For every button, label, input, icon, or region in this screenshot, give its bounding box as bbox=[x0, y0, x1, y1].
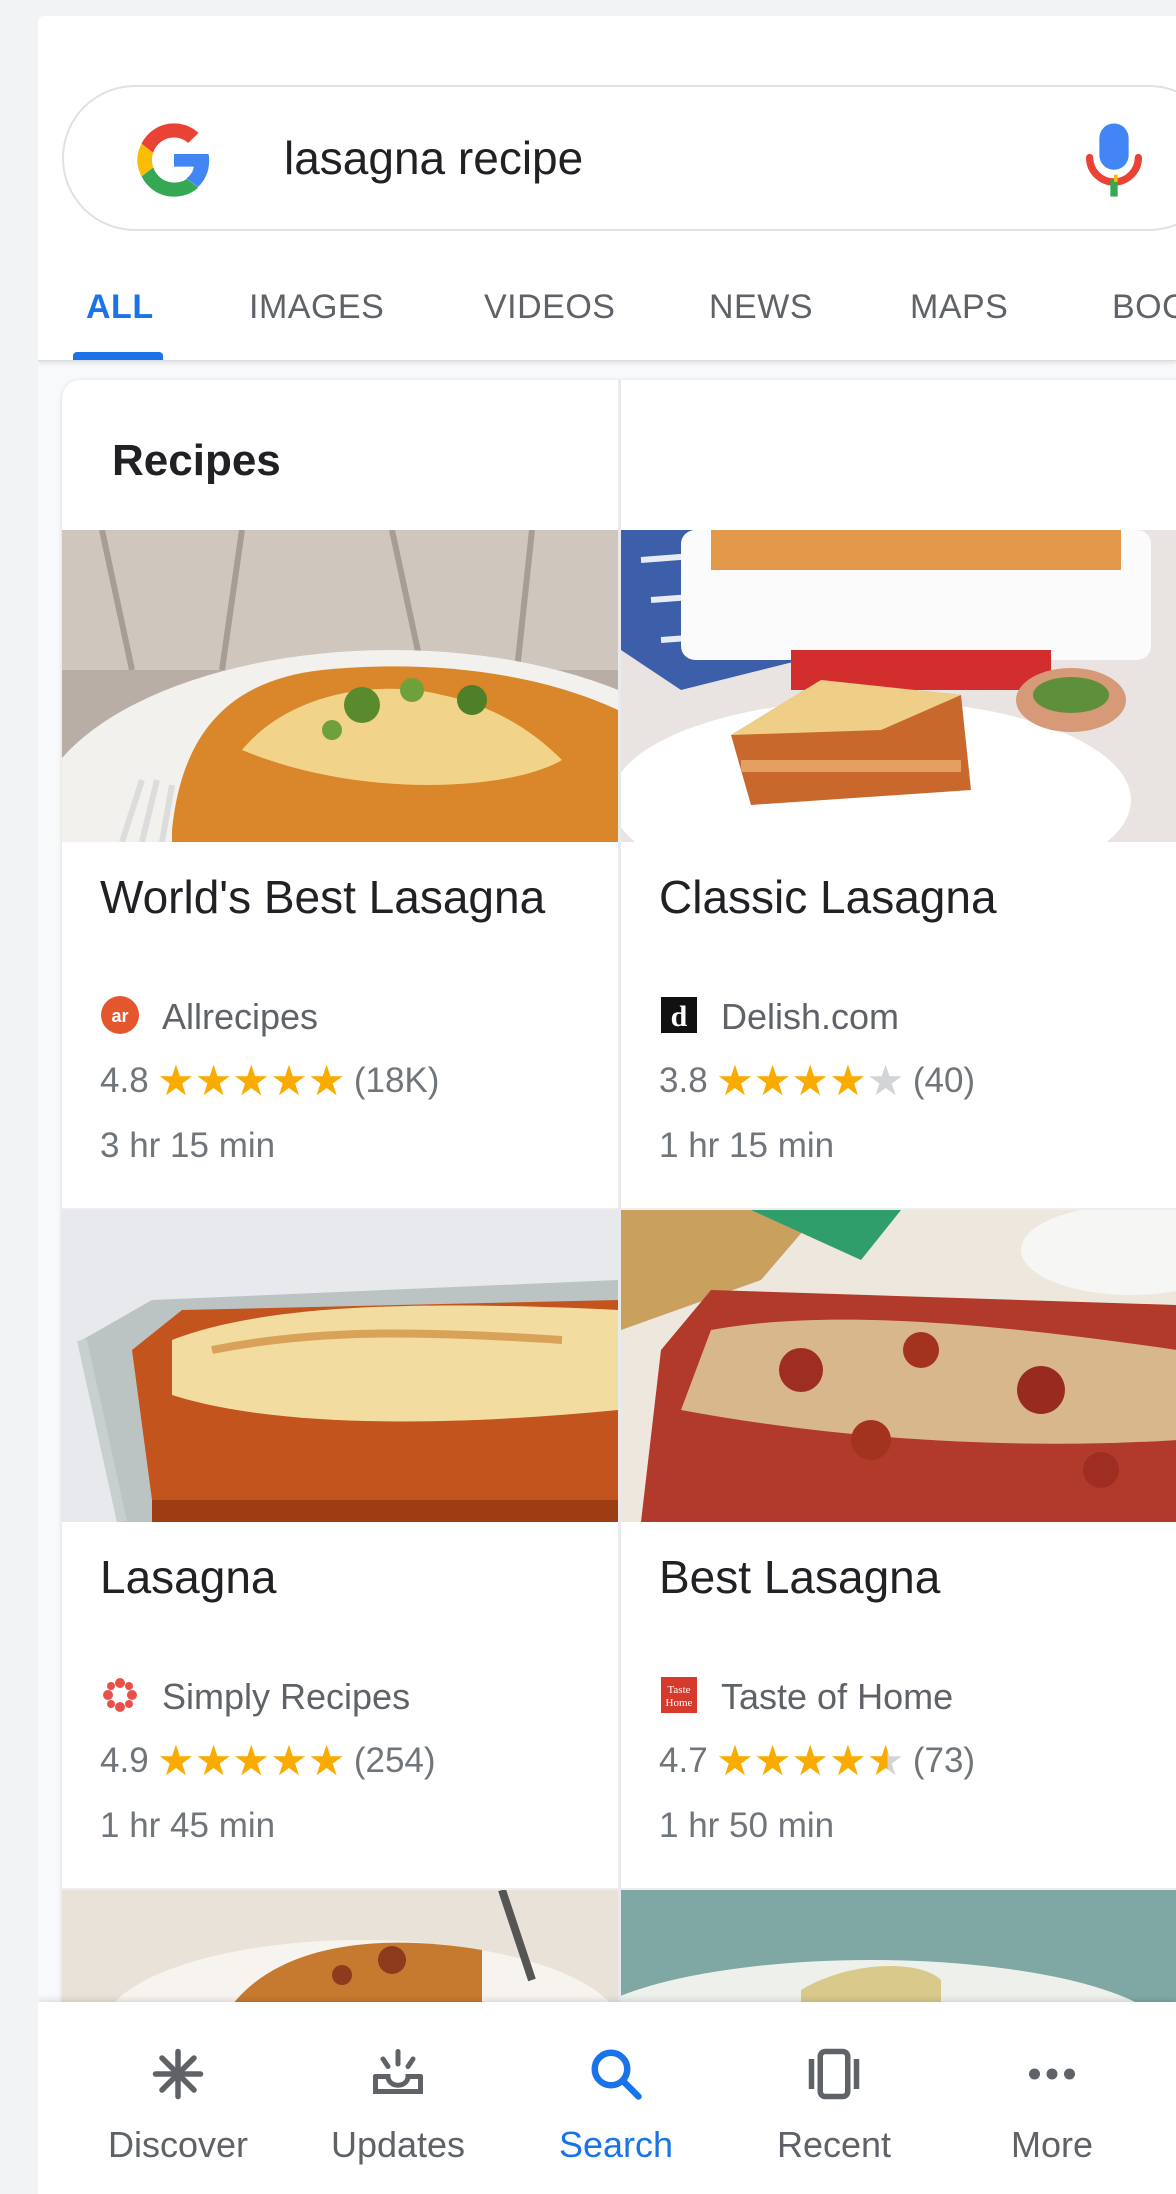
tab-images[interactable]: IMAGES bbox=[249, 288, 384, 327]
search-icon bbox=[591, 2049, 642, 2100]
recipe-title[interactable]: Best Lasagna bbox=[659, 1550, 940, 1604]
tab-books[interactable]: BOO bbox=[1112, 288, 1176, 327]
google-app: lasagna recipe ALL IMAGES VIDEOS NEWS MA… bbox=[38, 16, 1176, 2194]
rating-value: 4.7 bbox=[659, 1741, 708, 1780]
tab-news[interactable]: NEWS bbox=[709, 288, 813, 327]
nav-discover-label: Discover bbox=[107, 2124, 249, 2165]
rating-value: 4.8 bbox=[100, 1061, 149, 1100]
svg-text:d: d bbox=[671, 1000, 688, 1033]
tab-maps[interactable]: MAPS bbox=[910, 288, 1008, 327]
google-g-logo-icon bbox=[137, 123, 210, 197]
recipes-card: Recipes World's Best Lasagna ar Allrecip… bbox=[62, 380, 1176, 2194]
cook-time: 1 hr 15 min bbox=[659, 1126, 835, 1165]
review-count: (40) bbox=[912, 1061, 976, 1100]
taste-of-home-icon: TasteHome bbox=[661, 1677, 697, 1713]
review-count: (254) bbox=[353, 1741, 436, 1780]
recipe-photo-worlds-best-lasagna bbox=[62, 530, 618, 842]
nav-search[interactable]: Search bbox=[526, 2024, 706, 2174]
allrecipes-icon: ar bbox=[101, 996, 139, 1034]
nav-recent[interactable]: Recent bbox=[744, 2024, 924, 2174]
cook-time: 3 hr 15 min bbox=[100, 1126, 276, 1165]
recipe-photo-partial-right[interactable] bbox=[621, 1890, 1176, 2020]
active-tab-indicator bbox=[73, 352, 163, 360]
recipes-heading: Recipes bbox=[112, 436, 281, 485]
recipe-rating: 4.8 ★★★★★ (18K) bbox=[100, 1060, 439, 1110]
recipe-card-lasagna[interactable]: Lasagna Simply Recipes 4.9 ★★★★★ (254) 1… bbox=[62, 1210, 618, 1888]
review-count: (18K) bbox=[353, 1061, 440, 1100]
recipe-rating: 3.8 ★★★★★ (40) bbox=[659, 1060, 975, 1110]
recipe-title[interactable]: Classic Lasagna bbox=[659, 870, 997, 924]
recipe-title[interactable]: Lasagna bbox=[100, 1550, 277, 1604]
review-count: (73) bbox=[912, 1741, 976, 1780]
tab-all[interactable]: ALL bbox=[86, 288, 154, 327]
nav-updates[interactable]: Updates bbox=[308, 2024, 488, 2174]
star-rating-icon: ★★★★★ bbox=[157, 1737, 346, 1784]
recipe-source-name: Taste of Home bbox=[721, 1676, 954, 1717]
cook-time: 1 hr 50 min bbox=[659, 1806, 835, 1845]
more-dots-icon bbox=[1029, 2068, 1075, 2080]
recipe-photo-lasagna bbox=[62, 1210, 618, 1522]
search-query-text[interactable]: lasagna recipe bbox=[284, 131, 583, 185]
search-bar[interactable]: lasagna recipe bbox=[62, 85, 1176, 231]
tab-videos[interactable]: VIDEOS bbox=[484, 288, 615, 327]
column-divider bbox=[618, 380, 621, 2194]
recipe-title[interactable]: World's Best Lasagna bbox=[100, 870, 545, 924]
recipe-source-name: Allrecipes bbox=[162, 996, 319, 1037]
cook-time: 1 hr 45 min bbox=[100, 1806, 276, 1845]
nav-updates-label: Updates bbox=[330, 2124, 466, 2165]
updates-tray-icon bbox=[373, 2049, 423, 2094]
svg-text:Taste: Taste bbox=[667, 1684, 690, 1696]
nav-discover[interactable]: Discover bbox=[88, 2024, 268, 2174]
recipe-photo-partial-left[interactable] bbox=[62, 1890, 618, 2020]
nav-search-label: Search bbox=[558, 2124, 674, 2165]
recipe-card-classic-lasagna[interactable]: Classic Lasagna d Delish.com 3.8 ★★★★★ (… bbox=[621, 530, 1176, 1208]
star-rating-icon: ★★★★★ bbox=[716, 1737, 905, 1784]
recipe-rating: 4.9 ★★★★★ (254) bbox=[100, 1740, 436, 1790]
bottom-navigation: Discover Updates Search Recent More bbox=[38, 2002, 1176, 2194]
svg-text:Home: Home bbox=[666, 1697, 693, 1709]
rating-value: 4.9 bbox=[100, 1741, 149, 1780]
simply-recipes-icon bbox=[103, 1678, 137, 1712]
recipe-source-name: Simply Recipes bbox=[162, 1676, 411, 1717]
nav-recent-label: Recent bbox=[776, 2124, 892, 2165]
recipe-card-best-lasagna[interactable]: Best Lasagna Taste Home Taste of Home 4.7… bbox=[621, 1210, 1176, 1888]
microphone-icon[interactable] bbox=[1084, 121, 1144, 199]
svg-text:ar: ar bbox=[111, 1006, 128, 1026]
asterisk-icon bbox=[152, 2048, 204, 2100]
rating-value: 3.8 bbox=[659, 1061, 708, 1100]
recipe-photo-best-lasagna bbox=[621, 1210, 1176, 1522]
recent-cards-icon bbox=[808, 2048, 860, 2100]
star-rating-icon: ★★★★★ bbox=[157, 1057, 346, 1104]
star-rating-icon: ★★★★★ bbox=[716, 1057, 905, 1104]
recipe-rating: 4.7 ★★★★★ (73) bbox=[659, 1740, 975, 1790]
nav-more-label: More bbox=[1010, 2124, 1094, 2165]
nav-more[interactable]: More bbox=[962, 2024, 1142, 2174]
delish-icon: d bbox=[661, 997, 697, 1033]
recipe-photo-classic-lasagna bbox=[621, 530, 1176, 842]
recipe-source-name: Delish.com bbox=[721, 996, 900, 1037]
recipe-card-worlds-best-lasagna[interactable]: World's Best Lasagna ar Allrecipes 4.8 ★… bbox=[62, 530, 618, 1208]
search-tabs: ALL IMAGES VIDEOS NEWS MAPS BOO bbox=[38, 266, 1176, 361]
search-header: lasagna recipe ALL IMAGES VIDEOS NEWS MA… bbox=[38, 16, 1176, 361]
